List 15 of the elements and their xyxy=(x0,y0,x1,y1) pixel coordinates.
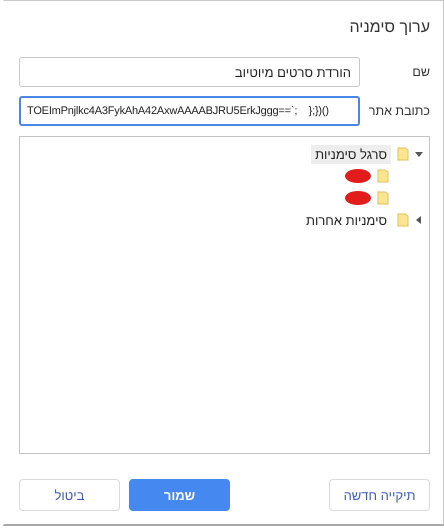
new-folder-button[interactable]: תיקייה חדשה xyxy=(329,479,430,511)
folder-item[interactable]: סימניות אחרות xyxy=(302,210,391,230)
expanded-triangle-icon[interactable] xyxy=(415,152,423,156)
folder-icon xyxy=(377,169,389,183)
dialog-title: ערוך סימניה xyxy=(348,19,430,38)
field-label: כתובת אתר xyxy=(368,104,430,118)
folder-icon xyxy=(397,213,409,227)
input-field[interactable]: TOEImPnjlkc4A3FykAhA42AxwAAAABJRU5ErkJggg==`; };})() xyxy=(19,96,360,126)
cancel-button[interactable]: ביטול xyxy=(19,479,120,511)
field-label: שם xyxy=(411,65,430,79)
collapsed-triangle-icon[interactable] xyxy=(416,216,420,224)
folder-item[interactable]: סרגל סימניות xyxy=(311,144,391,164)
input-field[interactable]: הורדת סרטים מיוטיוב xyxy=(19,57,360,87)
folder-icon xyxy=(377,191,389,205)
folder-icon xyxy=(397,147,409,161)
